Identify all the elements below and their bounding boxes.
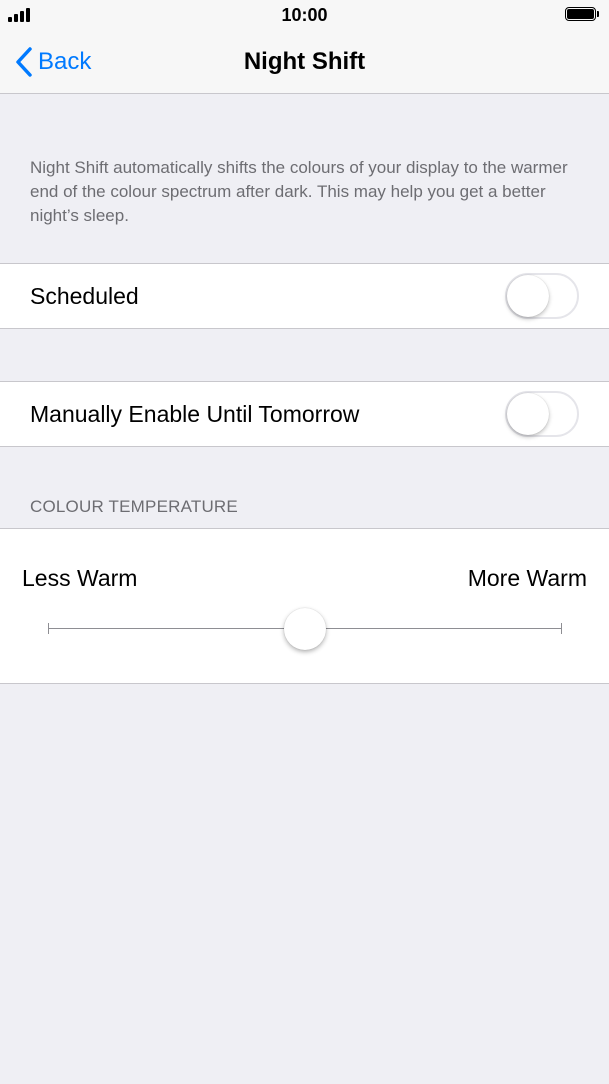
more-warm-label: More Warm — [467, 565, 587, 591]
manual-enable-toggle[interactable] — [505, 391, 579, 437]
status-bar: 10:00 — [0, 0, 609, 30]
manual-enable-label: Manually Enable Until Tomorrow — [30, 401, 360, 427]
scheduled-label: Scheduled — [30, 283, 139, 309]
slider-min-tick — [48, 623, 49, 634]
toggle-knob — [507, 275, 549, 317]
less-warm-label: Less Warm — [22, 565, 138, 591]
battery-full-icon — [565, 7, 601, 23]
scheduled-row: Scheduled — [0, 263, 609, 329]
navigation-bar: Back Night Shift — [0, 30, 609, 94]
colour-temperature-slider[interactable] — [48, 608, 562, 650]
page-title: Night Shift — [243, 48, 366, 75]
slider-thumb[interactable] — [284, 608, 326, 650]
status-time: 10:00 — [281, 5, 328, 25]
night-shift-description: Night Shift automatically shifts the col… — [30, 158, 568, 225]
toggle-knob — [507, 393, 549, 435]
colour-temperature-header: COLOUR TEMPERATURE — [30, 497, 238, 516]
scheduled-toggle[interactable] — [505, 273, 579, 319]
slider-max-tick — [561, 623, 562, 634]
colour-temperature-panel: Less Warm More Warm — [0, 528, 609, 684]
manual-enable-row: Manually Enable Until Tomorrow — [0, 381, 609, 447]
